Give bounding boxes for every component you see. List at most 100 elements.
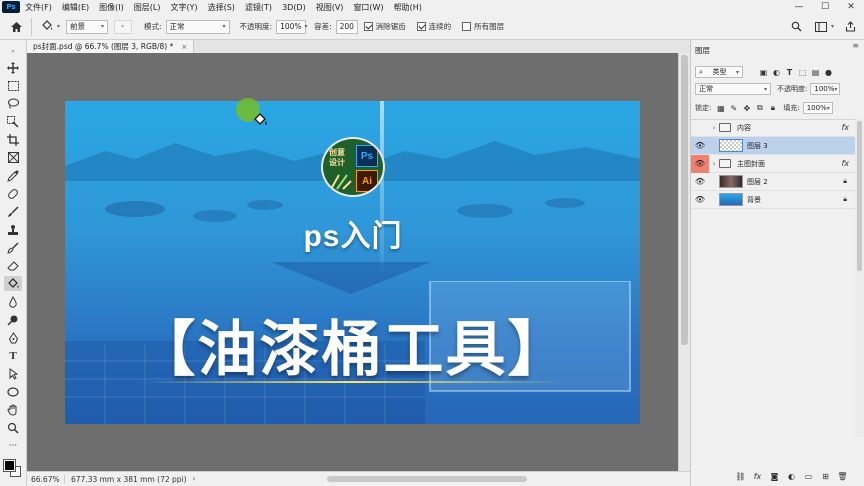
fill-source-select[interactable]: 前景 ▾ xyxy=(66,19,109,34)
close-tab-icon[interactable]: × xyxy=(181,43,187,51)
menu-edit[interactable]: 编辑(E) xyxy=(57,2,94,13)
menu-image[interactable]: 图像(I) xyxy=(94,2,129,13)
layer-opacity-input[interactable]: 100% ▾ xyxy=(810,83,841,95)
filter-type-icon[interactable]: T xyxy=(783,66,796,78)
path-selection-tool-icon[interactable] xyxy=(4,366,22,381)
antialias-checkbox[interactable]: 消除锯齿 xyxy=(363,21,410,32)
vertical-scrollbar[interactable] xyxy=(678,53,690,471)
contiguous-checkbox[interactable]: 连续的 xyxy=(416,21,456,32)
more-tools-icon[interactable]: ··· xyxy=(4,438,22,453)
menu-file[interactable]: 文件(F) xyxy=(20,2,57,13)
layer-filter-select[interactable]: ⌕ 类型 ▾ xyxy=(695,66,743,78)
new-layer-icon[interactable]: ⊞ xyxy=(817,472,834,481)
zoom-level[interactable]: 66.67% xyxy=(27,474,65,484)
menu-select[interactable]: 选择(S) xyxy=(203,2,240,13)
new-group-icon[interactable]: ▭ xyxy=(800,472,817,481)
lasso-tool-icon[interactable] xyxy=(4,96,22,111)
fx-icon[interactable]: fx xyxy=(841,123,849,132)
filter-adjustment-icon[interactable]: ◐ xyxy=(770,66,783,78)
lock-artboard-icon[interactable]: ⧉ xyxy=(753,102,766,114)
move-tool-icon[interactable] xyxy=(4,60,22,75)
menu-3d[interactable]: 3D(D) xyxy=(277,3,311,12)
menu-window[interactable]: 窗口(W) xyxy=(348,2,388,13)
paint-bucket-tool-preset-icon[interactable] xyxy=(37,17,57,37)
opacity-input[interactable]: 100% ▾ xyxy=(276,19,308,34)
layers-scrollbar[interactable] xyxy=(855,119,864,437)
layer-row-layer3[interactable]: 👁︎ 图层 3 xyxy=(691,137,855,155)
all-layers-checkbox[interactable]: 所有图层 xyxy=(462,21,508,32)
chevron-right-icon[interactable]: › xyxy=(709,160,719,168)
layers-panel-title[interactable]: 图层 xyxy=(695,46,710,55)
lock-transparency-icon[interactable]: ▦ xyxy=(714,102,727,114)
lock-pixels-icon[interactable]: ✎ xyxy=(727,102,740,114)
layer-row-background[interactable]: 👁︎ 背景 🔒︎ xyxy=(691,191,855,209)
menu-view[interactable]: 视图(V) xyxy=(311,2,349,13)
brush-tool-icon[interactable] xyxy=(4,204,22,219)
eraser-tool-icon[interactable] xyxy=(4,258,22,273)
filter-smart-object-icon[interactable]: ▤ xyxy=(809,66,822,78)
pattern-picker[interactable]: ▾ xyxy=(114,19,133,34)
blur-tool-icon[interactable] xyxy=(4,294,22,309)
dodge-tool-icon[interactable] xyxy=(4,312,22,327)
chevron-right-icon[interactable]: › xyxy=(709,124,719,132)
eye-icon[interactable]: 👁︎ xyxy=(691,154,709,173)
layer-row-content-group[interactable]: › 内容 fx xyxy=(691,119,855,137)
panel-menu-icon[interactable]: ≡ xyxy=(852,41,859,50)
visibility-toggle-hidden[interactable] xyxy=(691,119,709,137)
marquee-tool-icon[interactable] xyxy=(4,78,22,93)
fx-icon[interactable]: fx xyxy=(841,159,849,168)
close-window-button[interactable]: ✕ xyxy=(838,2,864,12)
add-mask-icon[interactable]: ◙ xyxy=(766,472,783,481)
home-icon[interactable] xyxy=(6,17,26,37)
menu-layer[interactable]: 图层(L) xyxy=(129,2,166,13)
chevron-down-icon[interactable]: ▾ xyxy=(831,23,834,30)
blend-mode-select[interactable]: 正常 ▾ xyxy=(695,83,771,95)
history-brush-tool-icon[interactable] xyxy=(4,240,22,255)
clone-stamp-tool-icon[interactable] xyxy=(4,222,22,237)
fill-input[interactable]: 100% ▾ xyxy=(802,102,833,114)
lock-all-icon[interactable]: 🔒︎ xyxy=(766,102,779,114)
filter-toggle-icon[interactable]: ● xyxy=(822,66,835,78)
hand-tool-icon[interactable] xyxy=(4,402,22,417)
eye-icon[interactable]: 👁︎ xyxy=(691,191,709,209)
share-icon[interactable] xyxy=(840,17,860,37)
menu-filter[interactable]: 滤镜(T) xyxy=(240,2,277,13)
foreground-color-swatch[interactable] xyxy=(3,459,16,472)
menu-help[interactable]: 帮助(H) xyxy=(389,2,427,13)
layer-row-cover-group[interactable]: 👁︎ › 主图封面 fx xyxy=(691,154,855,173)
search-icon[interactable] xyxy=(787,17,807,37)
delete-layer-icon[interactable]: 🗑︎ xyxy=(834,472,851,481)
healing-brush-tool-icon[interactable] xyxy=(4,186,22,201)
zoom-tool-icon[interactable] xyxy=(4,420,22,435)
minimize-button[interactable]: — xyxy=(786,2,812,12)
fx-icon[interactable]: fx xyxy=(749,472,766,481)
document-tab[interactable]: ps封面.psd @ 66.7% (图层 3, RGB/8) * × xyxy=(27,40,195,53)
frame-tool-icon[interactable] xyxy=(4,150,22,165)
paint-bucket-tool-icon[interactable] xyxy=(4,276,22,291)
adjustment-layer-icon[interactable]: ◐ xyxy=(783,472,800,481)
maximize-button[interactable]: ☐ xyxy=(812,2,838,12)
tolerance-input[interactable]: 200 xyxy=(335,19,358,34)
object-selection-tool-icon[interactable] xyxy=(4,114,22,129)
pen-tool-icon[interactable] xyxy=(4,330,22,345)
eye-icon[interactable]: 👁︎ xyxy=(691,173,709,191)
filter-pixel-icon[interactable]: ▣ xyxy=(757,66,770,78)
chevron-right-icon[interactable]: › xyxy=(193,475,196,483)
type-tool-icon[interactable]: T xyxy=(4,348,22,363)
lock-position-icon[interactable]: ✥ xyxy=(740,102,753,114)
horizontal-scrollbar[interactable] xyxy=(327,476,527,482)
workspace-icon[interactable] xyxy=(811,17,831,37)
document-canvas[interactable]: 创意 设计 Ps Ai ps入门 【油漆桶工具】 xyxy=(65,101,640,424)
eye-icon[interactable]: 👁︎ xyxy=(691,137,709,155)
layer-row-layer2[interactable]: 👁︎ 图层 2 🔒︎ xyxy=(691,173,855,191)
filter-shape-icon[interactable]: ⬚ xyxy=(796,66,809,78)
chevron-down-icon[interactable]: ▾ xyxy=(57,23,60,30)
eyedropper-tool-icon[interactable] xyxy=(4,168,22,183)
toolbar-collapse-icon[interactable]: » xyxy=(4,44,22,59)
link-layers-icon[interactable]: ⛓︎ xyxy=(732,472,749,481)
scrollbar-thumb[interactable] xyxy=(857,121,862,271)
menu-type[interactable]: 文字(Y) xyxy=(165,2,202,13)
ellipse-tool-icon[interactable] xyxy=(4,384,22,399)
scrollbar-thumb[interactable] xyxy=(681,55,688,345)
mode-select[interactable]: 正常 ▾ xyxy=(165,19,230,34)
